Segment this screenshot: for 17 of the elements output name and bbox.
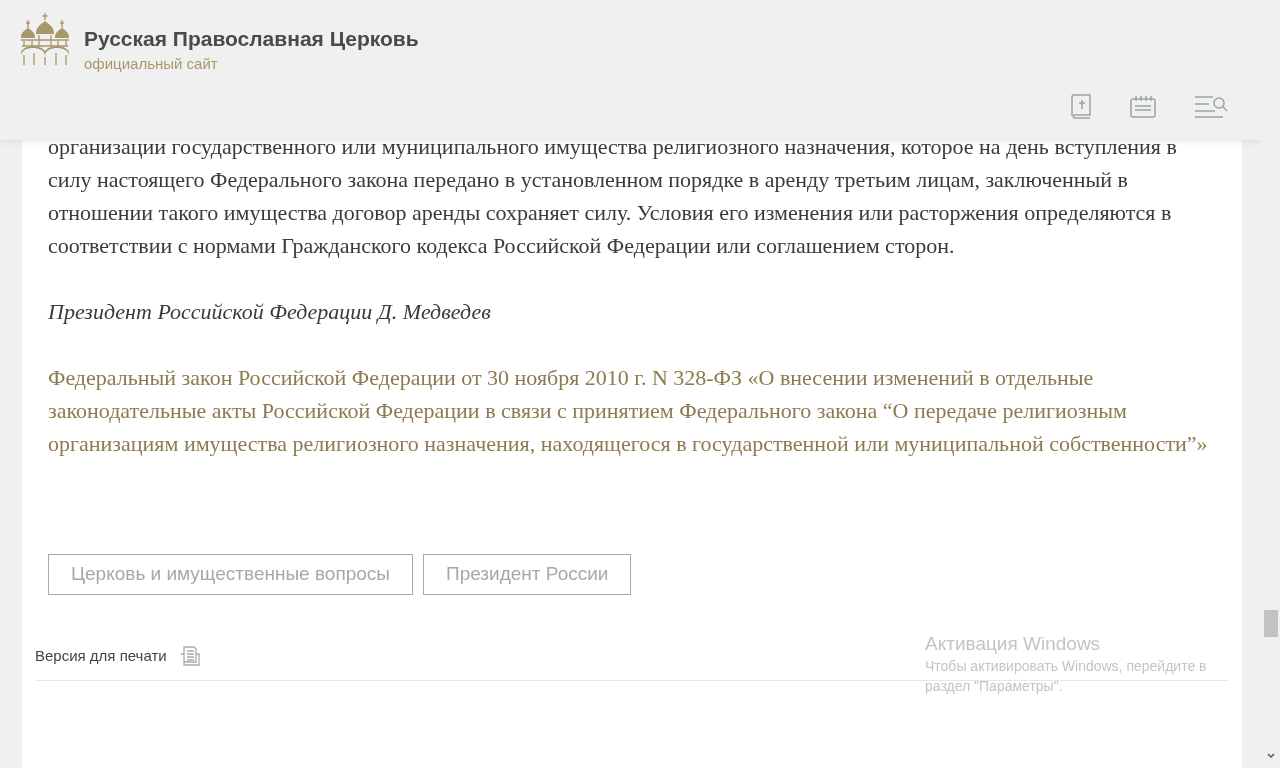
windows-activation-text: Чтобы активировать Windows, перейдите в раздел "Параметры".: [925, 657, 1208, 696]
site-subtitle: официальный сайт: [84, 54, 219, 74]
article-paragraph: организации государственного или муниципального имущества религиозного назначения, которое на день вступления в силу настоящего Федерального закона передано в установленном порядке в аренду третьим лицам, заключенный в отношении такого имущества договор аренды сохраняет силу. Условия его изменения или расторжения определяются в соответствии с нормами Гражданского кодекса Российской Федерации или соглашением сторон.: [48, 133, 1178, 260]
scrollbar-thumb[interactable]: [1264, 610, 1278, 637]
tag-link[interactable]: Президент России: [423, 554, 632, 595]
print-version-link[interactable]: Версия для печати: [35, 645, 167, 668]
signature-text: Президент Российской Федерации Д. Медведев: [48, 298, 492, 326]
printer-icon[interactable]: [178, 645, 201, 668]
tag-link[interactable]: Церковь и имущественные вопросы: [48, 554, 413, 595]
windows-activation-title: Активация Windows: [925, 632, 1102, 656]
search-menu-icon[interactable]: [1194, 94, 1228, 119]
church-domes-logo-icon[interactable]: [20, 13, 70, 67]
scroll-down-icon[interactable]: [1267, 753, 1275, 759]
site-title[interactable]: Русская Православная Церковь: [84, 25, 419, 53]
calendar-icon[interactable]: [1130, 94, 1156, 119]
related-law-link[interactable]: Федеральный закон Российской Федерации от 30 ноября 2010 г. N 328-ФЗ «О внесении изменений в отдельные законодательные акты Российской Федерации в связи с принятием Федерального закона “О передаче религиозным организациям имущества религиозного назначения, находящегося в государственной или муниципальной собственности”»: [48, 361, 1215, 460]
bible-book-icon[interactable]: [1070, 94, 1092, 119]
